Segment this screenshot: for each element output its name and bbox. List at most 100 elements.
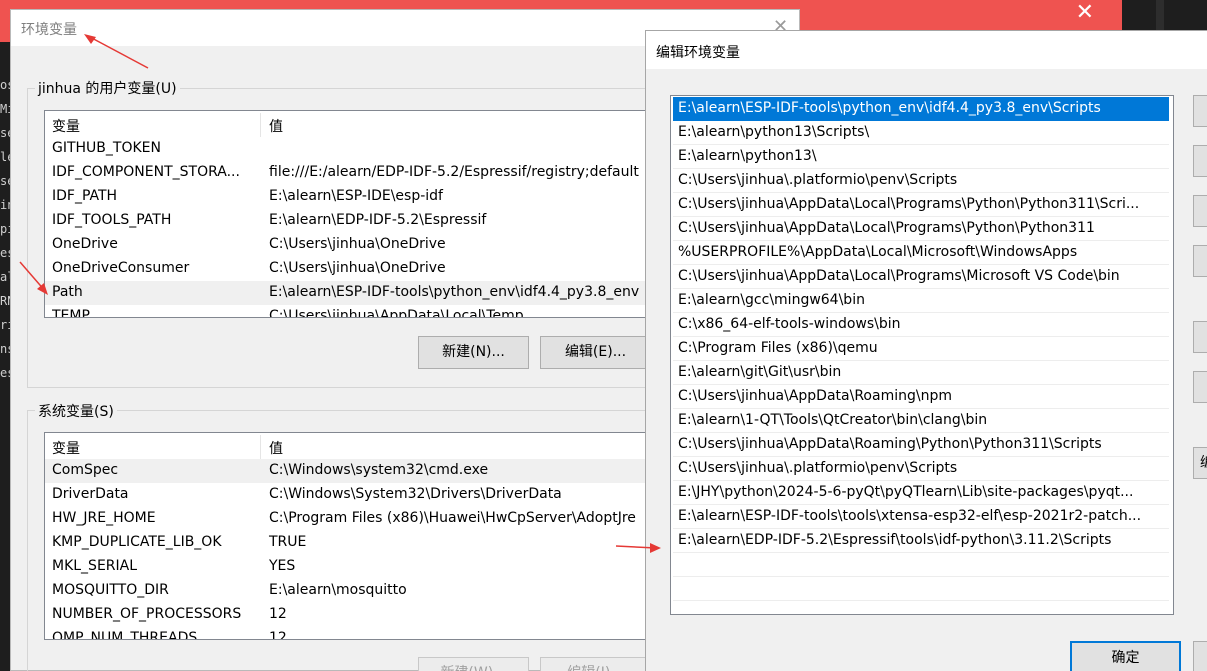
column-separator[interactable] <box>260 113 261 137</box>
system-variables-label: 系统变量(S) <box>35 401 117 421</box>
variable-value: C:\Users\jinhua\OneDrive <box>269 260 446 276</box>
variable-value: C:\Windows\system32\cmd.exe <box>269 462 489 478</box>
edit-path-button[interactable] <box>1193 145 1207 177</box>
variable-value: E:\alearn\ESP-IDF-tools\python_env\idf4.… <box>269 284 640 300</box>
path-entry-text: C:\Users\jinhua\AppData\Roaming\Python\P… <box>678 436 1102 452</box>
path-entry[interactable]: %USERPROFILE%\AppData\Local\Microsoft\Wi… <box>673 241 1169 265</box>
system-edit-button[interactable]: 编辑(I)... <box>540 657 651 671</box>
user-new-button[interactable]: 新建(N)... <box>418 336 529 369</box>
path-entry-text: E:\alearn\1-QT\Tools\QtCreator\bin\clang… <box>678 412 988 428</box>
path-entry[interactable]: C:\Users\jinhua\AppData\Roaming\Python\P… <box>673 433 1169 457</box>
variable-name: OMP_NUM_THREADS <box>52 630 198 640</box>
variable-name: ComSpec <box>52 462 119 478</box>
path-entry[interactable]: C:\Program Files (x86)\qemu <box>673 337 1169 361</box>
ok-button[interactable]: 确定 <box>1070 641 1181 671</box>
annotation-arrow-new-entry <box>615 543 661 553</box>
path-entry-text: E:\alearn\git\Git\usr\bin <box>678 364 842 380</box>
variable-name: IDF_COMPONENT_STORA... <box>52 164 240 180</box>
path-entry[interactable]: E:\alearn\1-QT\Tools\QtCreator\bin\clang… <box>673 409 1169 433</box>
user-edit-button[interactable]: 编辑(E)... <box>540 336 651 369</box>
path-entry-text: C:\Users\jinhua\AppData\Local\Programs\P… <box>678 220 1095 236</box>
path-entry[interactable]: C:\Users\jinhua\AppData\Local\Programs\P… <box>673 193 1169 217</box>
path-entry-text: C:\Users\jinhua\AppData\Local\Programs\M… <box>678 268 1120 284</box>
dialog-title: 环境变量 <box>21 22 77 38</box>
variable-value: 12 <box>269 630 287 640</box>
path-entry[interactable]: C:\Users\jinhua\.platformio\penv\Scripts <box>673 457 1169 481</box>
path-entry-text: E:\alearn\ESP-IDF-tools\tools\xtensa-esp… <box>678 508 1142 524</box>
variable-name: MOSQUITTO_DIR <box>52 582 169 598</box>
move-up-button[interactable] <box>1193 321 1207 353</box>
path-entry[interactable]: E:\alearn\EDP-IDF-5.2\Espressif\tools\id… <box>673 529 1169 553</box>
new-path-button[interactable] <box>1193 95 1207 127</box>
annotation-arrow-path <box>19 261 48 295</box>
path-entries-list[interactable]: E:\alearn\ESP-IDF-tools\python_env\idf4.… <box>670 95 1174 615</box>
dialog-titlebar: 编辑环境变量 <box>646 31 1207 69</box>
path-entry-text: E:\alearn\EDP-IDF-5.2\Espressif\tools\id… <box>678 532 1112 548</box>
path-entry[interactable]: C:\x86_64-elf-tools-windows\bin <box>673 313 1169 337</box>
path-entry[interactable]: E:\alearn\python13\Scripts\ <box>673 121 1169 145</box>
path-entry-text: E:\alearn\python13\Scripts\ <box>678 124 870 140</box>
column-header-value[interactable]: 值 <box>269 438 283 458</box>
empty-path-row[interactable] <box>673 553 1169 577</box>
path-entry-text: C:\Users\jinhua\AppData\Local\Programs\P… <box>678 196 1140 212</box>
variable-name: TEMP <box>52 308 90 318</box>
variable-name: IDF_TOOLS_PATH <box>52 212 172 228</box>
path-entry[interactable]: E:\alearn\ESP-IDF-tools\python_env\idf4.… <box>673 97 1169 121</box>
path-entry[interactable]: C:\Users\jinhua\AppData\Local\Programs\P… <box>673 217 1169 241</box>
variable-name: MKL_SERIAL <box>52 558 138 574</box>
variable-value: 12 <box>269 606 287 622</box>
path-entry[interactable]: E:\alearn\python13\ <box>673 145 1169 169</box>
path-entry-text: C:\Users\jinhua\.platformio\penv\Scripts <box>678 172 958 188</box>
path-entry-text: E:\alearn\ESP-IDF-tools\python_env\idf4.… <box>678 100 1101 116</box>
path-entry-text: C:\Program Files (x86)\qemu <box>678 340 878 356</box>
path-entry[interactable]: C:\Users\jinhua\AppData\Roaming\npm <box>673 385 1169 409</box>
dialog-title: 编辑环境变量 <box>656 45 740 61</box>
edit-environment-variable-dialog: 编辑环境变量 E:\alearn\ESP-IDF-tools\python_en… <box>645 30 1207 671</box>
variable-value: C:\Windows\System32\Drivers\DriverData <box>269 486 562 502</box>
variable-value: E:\alearn\mosquitto <box>269 582 407 598</box>
path-entry-text: E:\alearn\python13\ <box>678 148 817 164</box>
variable-name: OneDriveConsumer <box>52 260 190 276</box>
variable-value: C:\Users\jinhua\AppData\Local\Temp <box>269 308 524 318</box>
variable-value: file:///E:/alearn/EDP-IDF-5.2/Espressif/… <box>269 164 639 180</box>
path-entry-text: C:\Users\jinhua\.platformio\penv\Scripts <box>678 460 958 476</box>
variable-value: C:\Users\jinhua\OneDrive <box>269 236 446 252</box>
path-entry-text: E:\JHY\python\2024-5-6-pyQt\pyQTlearn\Li… <box>678 484 1134 500</box>
path-entry[interactable]: C:\Users\jinhua\.platformio\penv\Scripts <box>673 169 1169 193</box>
path-entry-text: C:\Users\jinhua\AppData\Roaming\npm <box>678 388 952 404</box>
path-entry[interactable]: E:\alearn\git\Git\usr\bin <box>673 361 1169 385</box>
path-entry[interactable]: E:\alearn\ESP-IDF-tools\tools\xtensa-esp… <box>673 505 1169 529</box>
path-entry-text: %USERPROFILE%\AppData\Local\Microsoft\Wi… <box>678 244 1078 260</box>
variable-name: HW_JRE_HOME <box>52 510 156 526</box>
delete-path-button[interactable] <box>1193 245 1207 277</box>
browse-path-button[interactable] <box>1193 195 1207 227</box>
variable-value: C:\Program Files (x86)\Huawei\HwCpServer… <box>269 510 636 526</box>
path-entry-text: C:\x86_64-elf-tools-windows\bin <box>678 316 901 332</box>
path-entry[interactable]: C:\Users\jinhua\AppData\Local\Programs\M… <box>673 265 1169 289</box>
variable-value: YES <box>269 558 296 574</box>
variable-name: DriverData <box>52 486 129 502</box>
empty-path-row[interactable] <box>673 577 1169 601</box>
annotation-arrow-title <box>84 34 149 69</box>
column-header-value[interactable]: 值 <box>269 116 283 136</box>
path-entry-text: E:\alearn\gcc\mingw64\bin <box>678 292 865 308</box>
path-entry[interactable]: E:\JHY\python\2024-5-6-pyQt\pyQTlearn\Li… <box>673 481 1169 505</box>
system-new-button[interactable]: 新建(W)... <box>418 657 529 671</box>
variable-name: NUMBER_OF_PROCESSORS <box>52 606 242 622</box>
variable-value: TRUE <box>269 534 307 550</box>
path-entry[interactable]: E:\alearn\gcc\mingw64\bin <box>673 289 1169 313</box>
move-down-button[interactable] <box>1193 371 1207 403</box>
column-separator[interactable] <box>260 435 261 459</box>
column-header-variable[interactable]: 变量 <box>52 438 257 458</box>
cancel-button[interactable] <box>1193 641 1207 671</box>
variable-name: IDF_PATH <box>52 188 118 204</box>
variable-name: Path <box>52 284 83 300</box>
background-close-icon[interactable]: ✕ <box>1076 2 1094 24</box>
variable-value: E:\alearn\ESP-IDE\esp-idf <box>269 188 443 204</box>
variable-value: E:\alearn\EDP-IDF-5.2\Espressif <box>269 212 487 228</box>
edit-text-button[interactable]: 编 <box>1193 447 1207 479</box>
column-header-variable[interactable]: 变量 <box>52 116 257 136</box>
user-variables-label: jinhua 的用户变量(U) <box>35 78 180 98</box>
variable-name: KMP_DUPLICATE_LIB_OK <box>52 534 222 550</box>
variable-name: GITHUB_TOKEN <box>52 140 161 156</box>
